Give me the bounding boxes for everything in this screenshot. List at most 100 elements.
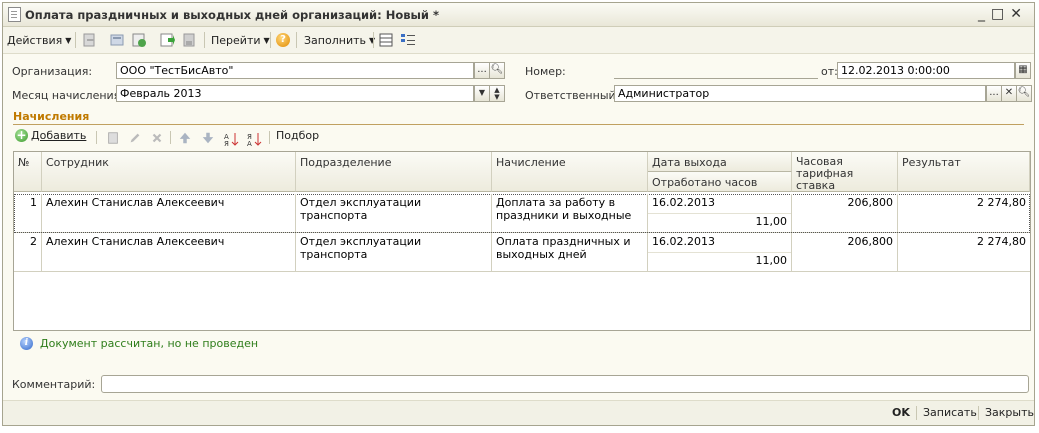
row-date: 16.02.2013 — [652, 196, 715, 209]
window-controls: _□✕ — [978, 6, 1028, 22]
separator — [270, 32, 271, 48]
toolbar: Действия ▼ Перейти ▼ ? Заполнить ▼ — [3, 27, 1034, 54]
date-label: от: — [821, 65, 838, 78]
row-rate[interactable]: 206,800 — [792, 233, 898, 271]
calendar-button[interactable]: ▦ — [1015, 62, 1031, 79]
svg-text:A: A — [247, 140, 252, 147]
refresh-icon[interactable] — [131, 32, 147, 48]
search-icon: 🔍︎ — [490, 64, 504, 75]
number-label: Номер: — [525, 65, 566, 78]
responsible-clear-button[interactable]: ✕ — [1001, 85, 1017, 102]
responsible-open-button[interactable]: 🔍︎ — [1016, 85, 1032, 102]
close-icon[interactable]: ✕ — [1010, 6, 1028, 22]
row-result[interactable]: 2 274,80 — [898, 194, 1030, 232]
row-num: 1 — [14, 194, 42, 232]
row-rate[interactable]: 206,800 — [792, 194, 898, 232]
move-down-icon[interactable] — [201, 131, 215, 145]
edit-row-icon[interactable] — [128, 131, 142, 145]
month-dropdown-button[interactable]: ▼ — [474, 85, 490, 102]
table-view-icon[interactable] — [378, 32, 394, 48]
chevron-down-icon: ▼ — [478, 88, 486, 97]
col-header-rate[interactable]: Часовая тарифная ставка — [792, 152, 898, 192]
month-spinner[interactable]: ▲ ▼ — [489, 85, 505, 102]
separator — [75, 32, 76, 48]
add-row-button[interactable]: + Добавить — [15, 125, 86, 145]
row-hours[interactable]: 11,00 — [648, 213, 791, 231]
structure-icon[interactable] — [400, 32, 416, 48]
goto-menu[interactable]: Перейти ▼ — [211, 27, 270, 53]
month-field[interactable]: Февраль 2013 — [116, 85, 474, 102]
row-department[interactable]: Отдел эксплуатации транспорта — [296, 194, 492, 232]
maximize-icon[interactable]: □ — [991, 6, 1010, 22]
col-header-date[interactable]: Дата выхода — [648, 152, 792, 172]
separator — [96, 131, 97, 144]
fill-label: Заполнить — [304, 33, 366, 47]
number-field[interactable] — [614, 62, 818, 79]
spinner-icon: ▲ ▼ — [494, 86, 500, 101]
col-header-hours[interactable]: Отработано часов — [648, 172, 792, 192]
add-label: Добавить — [31, 128, 87, 142]
row-date: 16.02.2013 — [652, 235, 715, 248]
col-header-employee[interactable]: Сотрудник — [42, 152, 296, 192]
ok-button[interactable]: OK — [892, 406, 910, 419]
org-open-button[interactable]: 🔍︎ — [489, 62, 505, 79]
save-button[interactable]: Записать — [923, 406, 977, 419]
col-header-department[interactable]: Подразделение — [296, 152, 492, 192]
minimize-icon[interactable]: _ — [978, 6, 991, 22]
month-label: Месяц начисления: — [12, 89, 124, 102]
separator — [916, 406, 917, 420]
copy-row-icon[interactable] — [106, 131, 120, 145]
comment-field[interactable] — [101, 375, 1029, 393]
new-doc-icon[interactable] — [81, 32, 97, 48]
post-doc-icon[interactable] — [159, 32, 175, 48]
move-up-icon[interactable] — [178, 131, 192, 145]
table-row[interactable]: 2 Алехин Станислав Алексеевич Отдел эксп… — [14, 233, 1030, 272]
goto-label: Перейти — [211, 33, 261, 47]
responsible-field[interactable]: Администратор — [614, 85, 986, 102]
title-bar: Оплата праздничных и выходных дней орган… — [3, 3, 1034, 27]
row-department[interactable]: Отдел эксплуатации транспорта — [296, 233, 492, 271]
document-icon — [8, 7, 21, 22]
copy-doc-icon[interactable] — [109, 32, 125, 48]
separator — [170, 131, 171, 144]
sort-asc-icon[interactable]: AЯ — [223, 131, 239, 147]
row-accrual[interactable]: Оплата праздничных и выходных дней — [492, 233, 648, 271]
separator — [269, 131, 270, 144]
col-header-accrual[interactable]: Начисление — [492, 152, 648, 192]
org-select-button[interactable]: ... — [474, 62, 490, 79]
pick-label: Подбор — [276, 128, 320, 142]
section-divider — [13, 124, 1024, 125]
col-header-result[interactable]: Результат — [898, 152, 1030, 192]
delete-row-icon[interactable] — [150, 131, 164, 145]
col-header-num[interactable]: № — [14, 152, 42, 192]
org-field[interactable]: ООО "ТестБисАвто" — [116, 62, 474, 79]
footer-bar: OK Записать Закрыть — [3, 400, 1034, 425]
help-button[interactable]: ? — [276, 27, 290, 53]
section-title: Начисления — [13, 110, 90, 123]
separator — [978, 406, 979, 420]
accruals-table: № Сотрудник Подразделение Начисление Дат… — [13, 151, 1031, 331]
search-icon: 🔍︎ — [1017, 87, 1031, 98]
row-employee[interactable]: Алехин Станислав Алексеевич — [42, 233, 296, 271]
fill-menu[interactable]: Заполнить ▼ — [304, 27, 375, 53]
responsible-select-button[interactable]: ... — [986, 85, 1002, 102]
org-label: Организация: — [12, 65, 93, 78]
close-button[interactable]: Закрыть — [985, 406, 1034, 419]
comment-label: Комментарий: — [12, 378, 96, 391]
actions-label: Действия — [7, 33, 63, 47]
row-employee[interactable]: Алехин Станислав Алексеевич — [42, 194, 296, 232]
calendar-icon: ▦ — [1018, 64, 1028, 75]
actions-menu[interactable]: Действия ▼ — [7, 27, 71, 53]
row-result[interactable]: 2 274,80 — [898, 233, 1030, 271]
table-row[interactable]: 1 Алехин Станислав Алексеевич Отдел эксп… — [14, 194, 1030, 233]
unpost-doc-icon[interactable] — [181, 32, 197, 48]
info-icon: i — [20, 337, 33, 350]
row-hours[interactable]: 11,00 — [648, 252, 791, 270]
row-accrual[interactable]: Доплата за работу в праздники и выходные — [492, 194, 648, 232]
pick-button[interactable]: Подбор — [276, 125, 319, 145]
date-field[interactable]: 12.02.2013 0:00:00 — [837, 62, 1015, 79]
document-window: Оплата праздничных и выходных дней орган… — [2, 2, 1035, 426]
separator — [373, 32, 374, 48]
chevron-down-icon: ▼ — [263, 35, 270, 45]
sort-desc-icon[interactable]: ЯA — [246, 131, 262, 147]
